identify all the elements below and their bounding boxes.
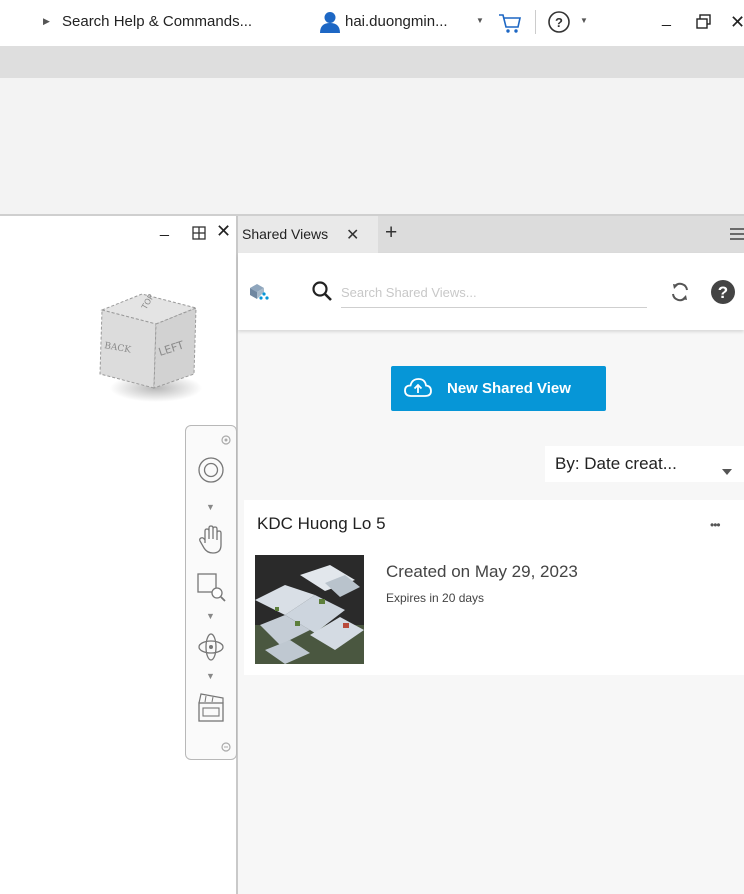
window-restore-icon[interactable] <box>696 14 712 35</box>
search-icon <box>311 280 333 307</box>
title-bar: ▶ Search Help & Commands... hai.duongmin… <box>0 0 744 46</box>
pan-hand-icon[interactable] <box>197 525 225 560</box>
user-icon[interactable] <box>318 10 342 39</box>
expand-arrow-icon[interactable]: ▶ <box>43 16 50 27</box>
steering-wheel-icon[interactable] <box>197 456 225 489</box>
shared-view-card[interactable]: KDC Huong Lo 5 ••• Created on May 29, 20… <box>244 500 744 675</box>
chevron-down-icon <box>722 462 732 480</box>
view-cube[interactable]: TOP BACK LEFT <box>96 288 206 411</box>
new-shared-view-label: New Shared View <box>447 380 571 397</box>
window-minimize-button[interactable]: _ <box>662 10 671 28</box>
search-input[interactable] <box>341 277 647 308</box>
navbar-options-icon[interactable] <box>221 739 231 757</box>
navbar-close-icon[interactable] <box>221 432 231 450</box>
shared-view-thumbnail[interactable] <box>255 555 364 664</box>
panel-menu-icon[interactable] <box>730 227 744 246</box>
viewport-close-button[interactable]: ✕ <box>216 221 231 242</box>
separator <box>535 10 536 34</box>
navigation-bar: ▼ ▼ ▼ <box>185 425 237 760</box>
window-close-button[interactable]: ✕ <box>730 12 744 33</box>
refresh-icon[interactable] <box>668 280 692 309</box>
zoom-window-icon[interactable] <box>196 572 226 607</box>
sort-label: By: Date creat... <box>555 454 677 473</box>
more-options-button[interactable]: ••• <box>710 518 721 532</box>
help-icon[interactable]: ? <box>710 279 736 310</box>
orbit-icon[interactable] <box>196 631 226 668</box>
help-icon[interactable]: ? <box>547 10 571 39</box>
chevron-down-icon[interactable]: ▼ <box>580 16 588 25</box>
help-symbol: ? <box>718 283 728 302</box>
sort-dropdown[interactable]: By: Date creat... <box>545 446 744 482</box>
new-shared-view-button[interactable]: New Shared View <box>391 366 606 411</box>
cart-icon[interactable] <box>498 12 522 39</box>
user-name[interactable]: hai.duongmin... <box>345 13 448 30</box>
viewport-minimize-button[interactable]: _ <box>160 220 169 238</box>
chevron-down-icon[interactable]: ▼ <box>206 611 215 621</box>
tab-label: Shared Views <box>242 226 329 242</box>
shared-views-logo-icon <box>247 280 269 307</box>
search-help-commands[interactable]: Search Help & Commands... <box>62 13 252 30</box>
help-symbol: ? <box>555 15 563 30</box>
ribbon-area <box>0 78 744 214</box>
add-tab-button[interactable]: + <box>385 221 397 245</box>
expiration-text: Expires in 20 days <box>386 591 485 605</box>
clapper-icon[interactable] <box>196 691 226 728</box>
cloud-upload-icon <box>404 377 432 403</box>
chevron-down-icon[interactable]: ▼ <box>476 16 484 25</box>
viewport-dock-icon[interactable] <box>192 226 206 245</box>
toolbar-strip <box>0 46 744 78</box>
chevron-down-icon[interactable]: ▼ <box>206 671 215 681</box>
tab-close-button[interactable]: ✕ <box>346 225 359 245</box>
shared-view-title[interactable]: KDC Huong Lo 5 <box>257 514 386 534</box>
created-date: Created on May 29, 2023 <box>386 562 578 581</box>
tab-shared-views[interactable]: Shared Views ✕ <box>238 216 378 253</box>
chevron-down-icon[interactable]: ▼ <box>206 502 215 512</box>
